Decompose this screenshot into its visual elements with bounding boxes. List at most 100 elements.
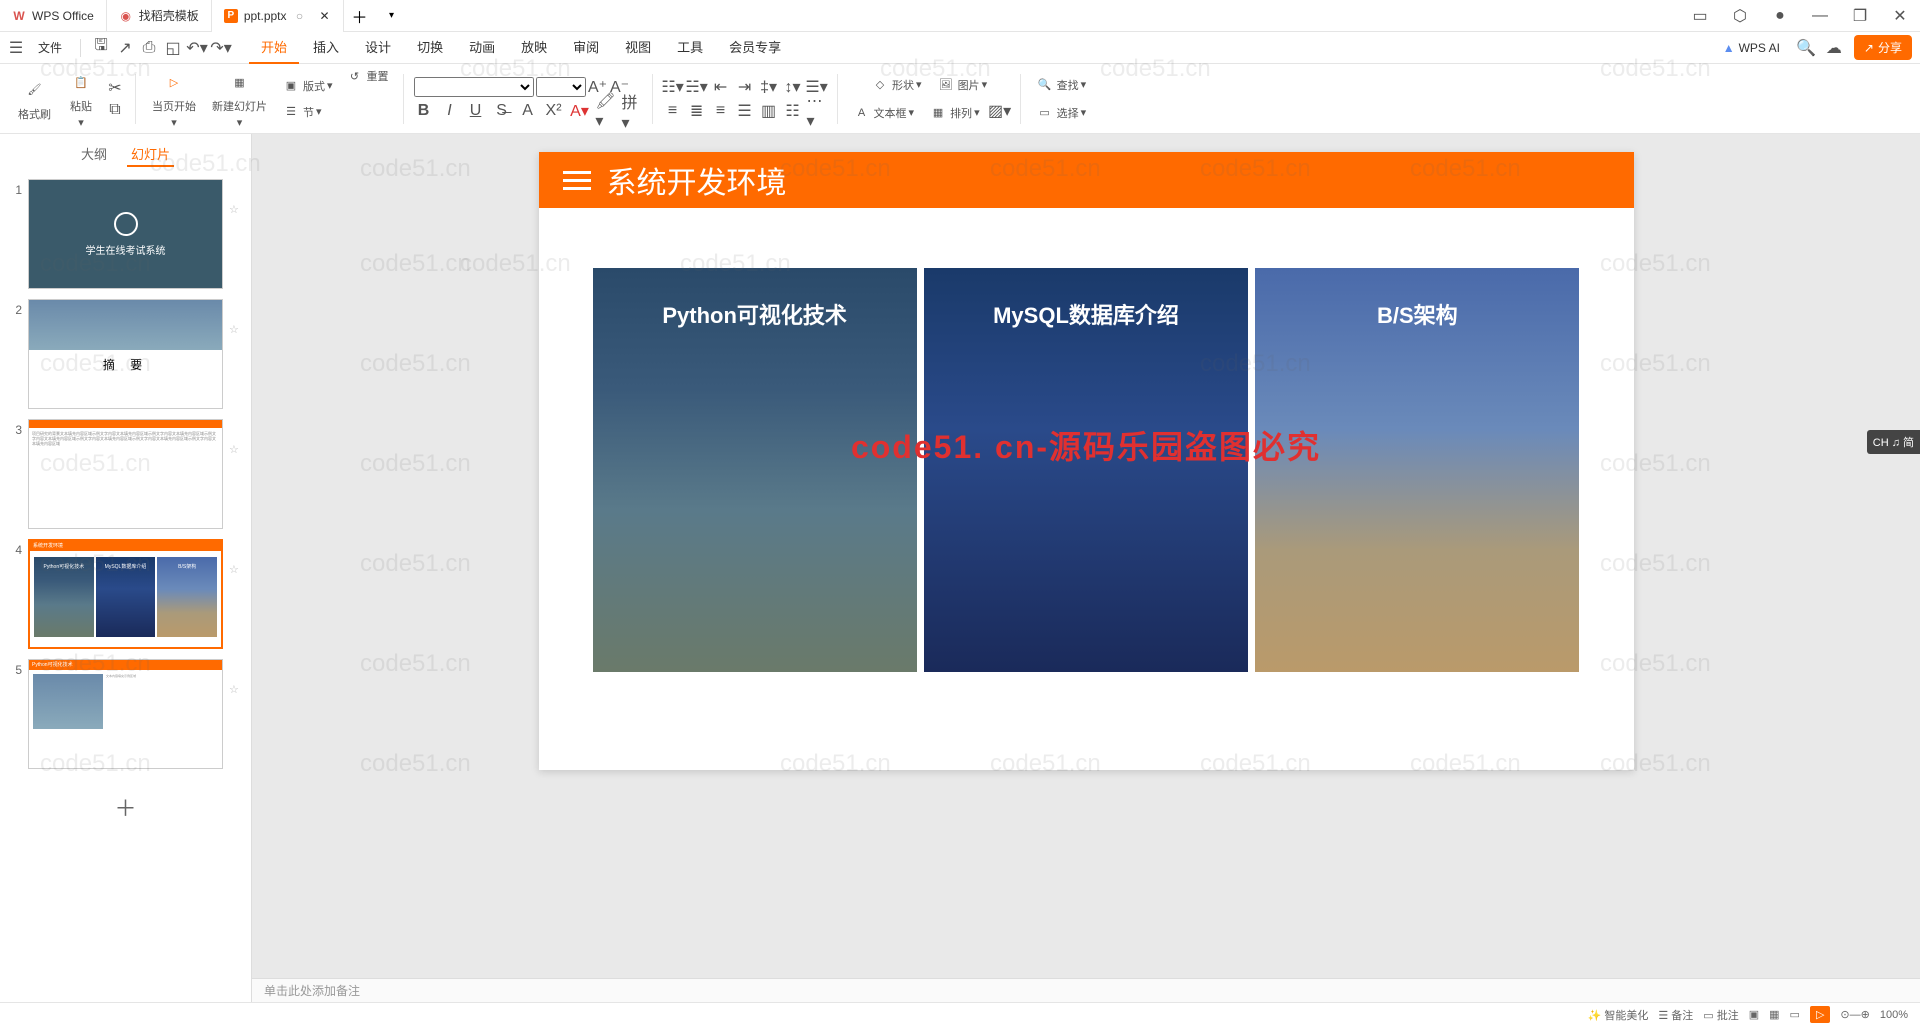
line-spacing-icon[interactable]: ‡▾ bbox=[759, 77, 779, 97]
zoom-level[interactable]: 100% bbox=[1880, 1009, 1908, 1021]
app-tab-wps[interactable]: W WPS Office bbox=[0, 0, 107, 32]
align-justify-icon[interactable]: ☰ bbox=[735, 101, 755, 121]
canvas-scroll[interactable]: 系统开发环境 Python可视化技术 MySQL数据库介绍 B/S架构 code… bbox=[252, 134, 1920, 978]
file-menu[interactable]: 文件 bbox=[32, 35, 68, 60]
wps-ai-button[interactable]: ▲ WPS AI bbox=[1717, 37, 1786, 59]
select-button[interactable]: ▭选择▾ bbox=[1031, 101, 1091, 125]
close-button[interactable]: ✕ bbox=[1880, 0, 1920, 32]
thumbnail-list[interactable]: 1 学生在线考试系统 ☆ 2 摘 要 ☆ 3 bbox=[0, 175, 251, 1002]
tab-insert[interactable]: 插入 bbox=[301, 31, 351, 64]
new-slide-button[interactable]: ▦新建幻灯片▾ bbox=[206, 64, 273, 133]
align-center-icon[interactable]: ≣ bbox=[687, 101, 707, 121]
highlight-icon[interactable]: 🖍▾ bbox=[596, 101, 616, 121]
paste-button[interactable]: 📋粘贴▾ bbox=[61, 64, 101, 133]
tab-view[interactable]: 视图 bbox=[613, 31, 663, 64]
shadow-icon[interactable]: A bbox=[518, 101, 538, 121]
arrange-button[interactable]: ▦排列▾ bbox=[924, 101, 984, 125]
layout-button[interactable]: ▣版式▾ bbox=[277, 74, 337, 98]
slide-canvas[interactable]: 系统开发环境 Python可视化技术 MySQL数据库介绍 B/S架构 code… bbox=[539, 152, 1634, 770]
ime-indicator[interactable]: CH ♫ 简 bbox=[1867, 430, 1920, 454]
redo-icon[interactable]: ↷▾ bbox=[213, 40, 229, 56]
picture-button[interactable]: 🖼图片▾ bbox=[932, 73, 992, 97]
tab-animation[interactable]: 动画 bbox=[457, 31, 507, 64]
font-size-select[interactable] bbox=[536, 77, 586, 97]
tab-tools[interactable]: 工具 bbox=[665, 31, 715, 64]
cut-icon[interactable]: ✂ bbox=[105, 78, 125, 98]
save-icon[interactable]: 🖫 bbox=[93, 40, 109, 56]
star-icon[interactable]: ☆ bbox=[229, 659, 241, 696]
view-normal-icon[interactable]: ▣ bbox=[1749, 1008, 1759, 1021]
view-sorter-icon[interactable]: ▦ bbox=[1769, 1008, 1779, 1021]
smart-beautify-button[interactable]: ✨ 智能美化 bbox=[1588, 1007, 1649, 1023]
link-icon[interactable]: ↗ bbox=[117, 40, 133, 56]
text-direction-icon[interactable]: ↕▾ bbox=[783, 77, 803, 97]
user-icon[interactable]: ● bbox=[1760, 0, 1800, 32]
indent-dec-icon[interactable]: ⇤ bbox=[711, 77, 731, 97]
find-button[interactable]: 🔍查找▾ bbox=[1031, 73, 1091, 97]
star-icon[interactable]: ☆ bbox=[229, 539, 241, 576]
indent-inc-icon[interactable]: ⇥ bbox=[735, 77, 755, 97]
tab-review[interactable]: 审阅 bbox=[561, 31, 611, 64]
cube-icon[interactable]: ⬡ bbox=[1720, 0, 1760, 32]
star-icon[interactable]: ☆ bbox=[229, 419, 241, 456]
tab-member[interactable]: 会员专享 bbox=[717, 31, 793, 64]
window-overflow-icon[interactable]: ▭ bbox=[1680, 0, 1720, 32]
view-slideshow-icon[interactable]: ▷ bbox=[1810, 1006, 1830, 1023]
font-color-icon[interactable]: A▾ bbox=[570, 101, 590, 121]
new-tab-button[interactable]: ＋ bbox=[344, 4, 376, 28]
format-painter-button[interactable]: 🖌格式刷 bbox=[12, 72, 57, 126]
comments-toggle[interactable]: ▭ 批注 bbox=[1703, 1007, 1738, 1023]
maximize-button[interactable]: ❐ bbox=[1840, 0, 1880, 32]
star-icon[interactable]: ☆ bbox=[229, 299, 241, 336]
hamburger-icon[interactable]: ☰ bbox=[8, 40, 24, 56]
share-button[interactable]: ↗ 分享 bbox=[1854, 35, 1912, 60]
app-tab-template[interactable]: ◉ 找稻壳模板 bbox=[107, 0, 212, 32]
tab-transition[interactable]: 切换 bbox=[405, 31, 455, 64]
cloud-icon[interactable]: ☁ bbox=[1826, 40, 1842, 56]
start-from-current-button[interactable]: ▷当页开始▾ bbox=[146, 64, 202, 133]
tab-dropdown-icon[interactable]: ▾ bbox=[376, 10, 408, 21]
preview-icon[interactable]: ◱ bbox=[165, 40, 181, 56]
tab-slideshow[interactable]: 放映 bbox=[509, 31, 559, 64]
shape-button[interactable]: ◇形状▾ bbox=[866, 73, 926, 97]
numbering-icon[interactable]: ☵▾ bbox=[687, 77, 707, 97]
slide-thumbnail-1[interactable]: 学生在线考试系统 bbox=[28, 179, 223, 289]
slides-tab[interactable]: 幻灯片 bbox=[127, 142, 174, 167]
align-right-icon[interactable]: ≡ bbox=[711, 101, 731, 121]
columns-icon[interactable]: ▥ bbox=[759, 101, 779, 121]
minimize-button[interactable]: — bbox=[1800, 0, 1840, 32]
undo-icon[interactable]: ↶▾ bbox=[189, 40, 205, 56]
zoom-slider[interactable]: ⊙—⊕ bbox=[1840, 1008, 1869, 1021]
print-icon[interactable]: ⎙ bbox=[141, 40, 157, 56]
slide-thumbnail-2[interactable]: 摘 要 bbox=[28, 299, 223, 409]
tab-menu-icon[interactable]: ○ bbox=[293, 9, 307, 23]
underline-icon[interactable]: U bbox=[466, 101, 486, 121]
reset-button[interactable]: ↺重置 bbox=[341, 64, 393, 88]
bold-icon[interactable]: B bbox=[414, 101, 434, 121]
distribute-icon[interactable]: ☷ bbox=[783, 101, 803, 121]
fill-icon[interactable]: ▨▾ bbox=[990, 101, 1010, 121]
section-button[interactable]: ☰节▾ bbox=[277, 100, 337, 124]
view-reading-icon[interactable]: ▭ bbox=[1790, 1008, 1800, 1021]
more-para-icon[interactable]: ⋯▾ bbox=[807, 101, 827, 121]
slide-thumbnail-4[interactable]: 系统开发环境 Python可视化技术 MySQL数据库介绍 B/S架构 bbox=[28, 539, 223, 649]
copy-icon[interactable]: ⧉ bbox=[105, 100, 125, 120]
notes-toggle[interactable]: ☰ 备注 bbox=[1658, 1007, 1693, 1023]
search-icon[interactable]: 🔍 bbox=[1798, 40, 1814, 56]
textbox-button[interactable]: A文本框▾ bbox=[848, 101, 919, 125]
phonetic-icon[interactable]: 拼▾ bbox=[622, 101, 642, 121]
strikethrough-icon[interactable]: S̶ bbox=[492, 101, 512, 121]
align-left-icon[interactable]: ≡ bbox=[663, 101, 683, 121]
star-icon[interactable]: ☆ bbox=[229, 179, 241, 216]
slide-thumbnail-3[interactable]: 项目研究的背景文本填充内容区域示例文字内容文本填充内容区域示例文字内容文本填充内… bbox=[28, 419, 223, 529]
slide-thumbnail-5[interactable]: Python可视化技术 文本内容填充示例区域 bbox=[28, 659, 223, 769]
close-icon[interactable]: ✕ bbox=[319, 10, 331, 22]
bullets-icon[interactable]: ☷▾ bbox=[663, 77, 683, 97]
tab-design[interactable]: 设计 bbox=[353, 31, 403, 64]
font-family-select[interactable] bbox=[414, 77, 534, 97]
tab-home[interactable]: 开始 bbox=[249, 31, 299, 64]
outline-tab[interactable]: 大纲 bbox=[77, 142, 111, 167]
superscript-icon[interactable]: X² bbox=[544, 101, 564, 121]
notes-bar[interactable]: 单击此处添加备注 bbox=[252, 978, 1920, 1002]
add-slide-button[interactable]: ＋ bbox=[8, 779, 243, 835]
